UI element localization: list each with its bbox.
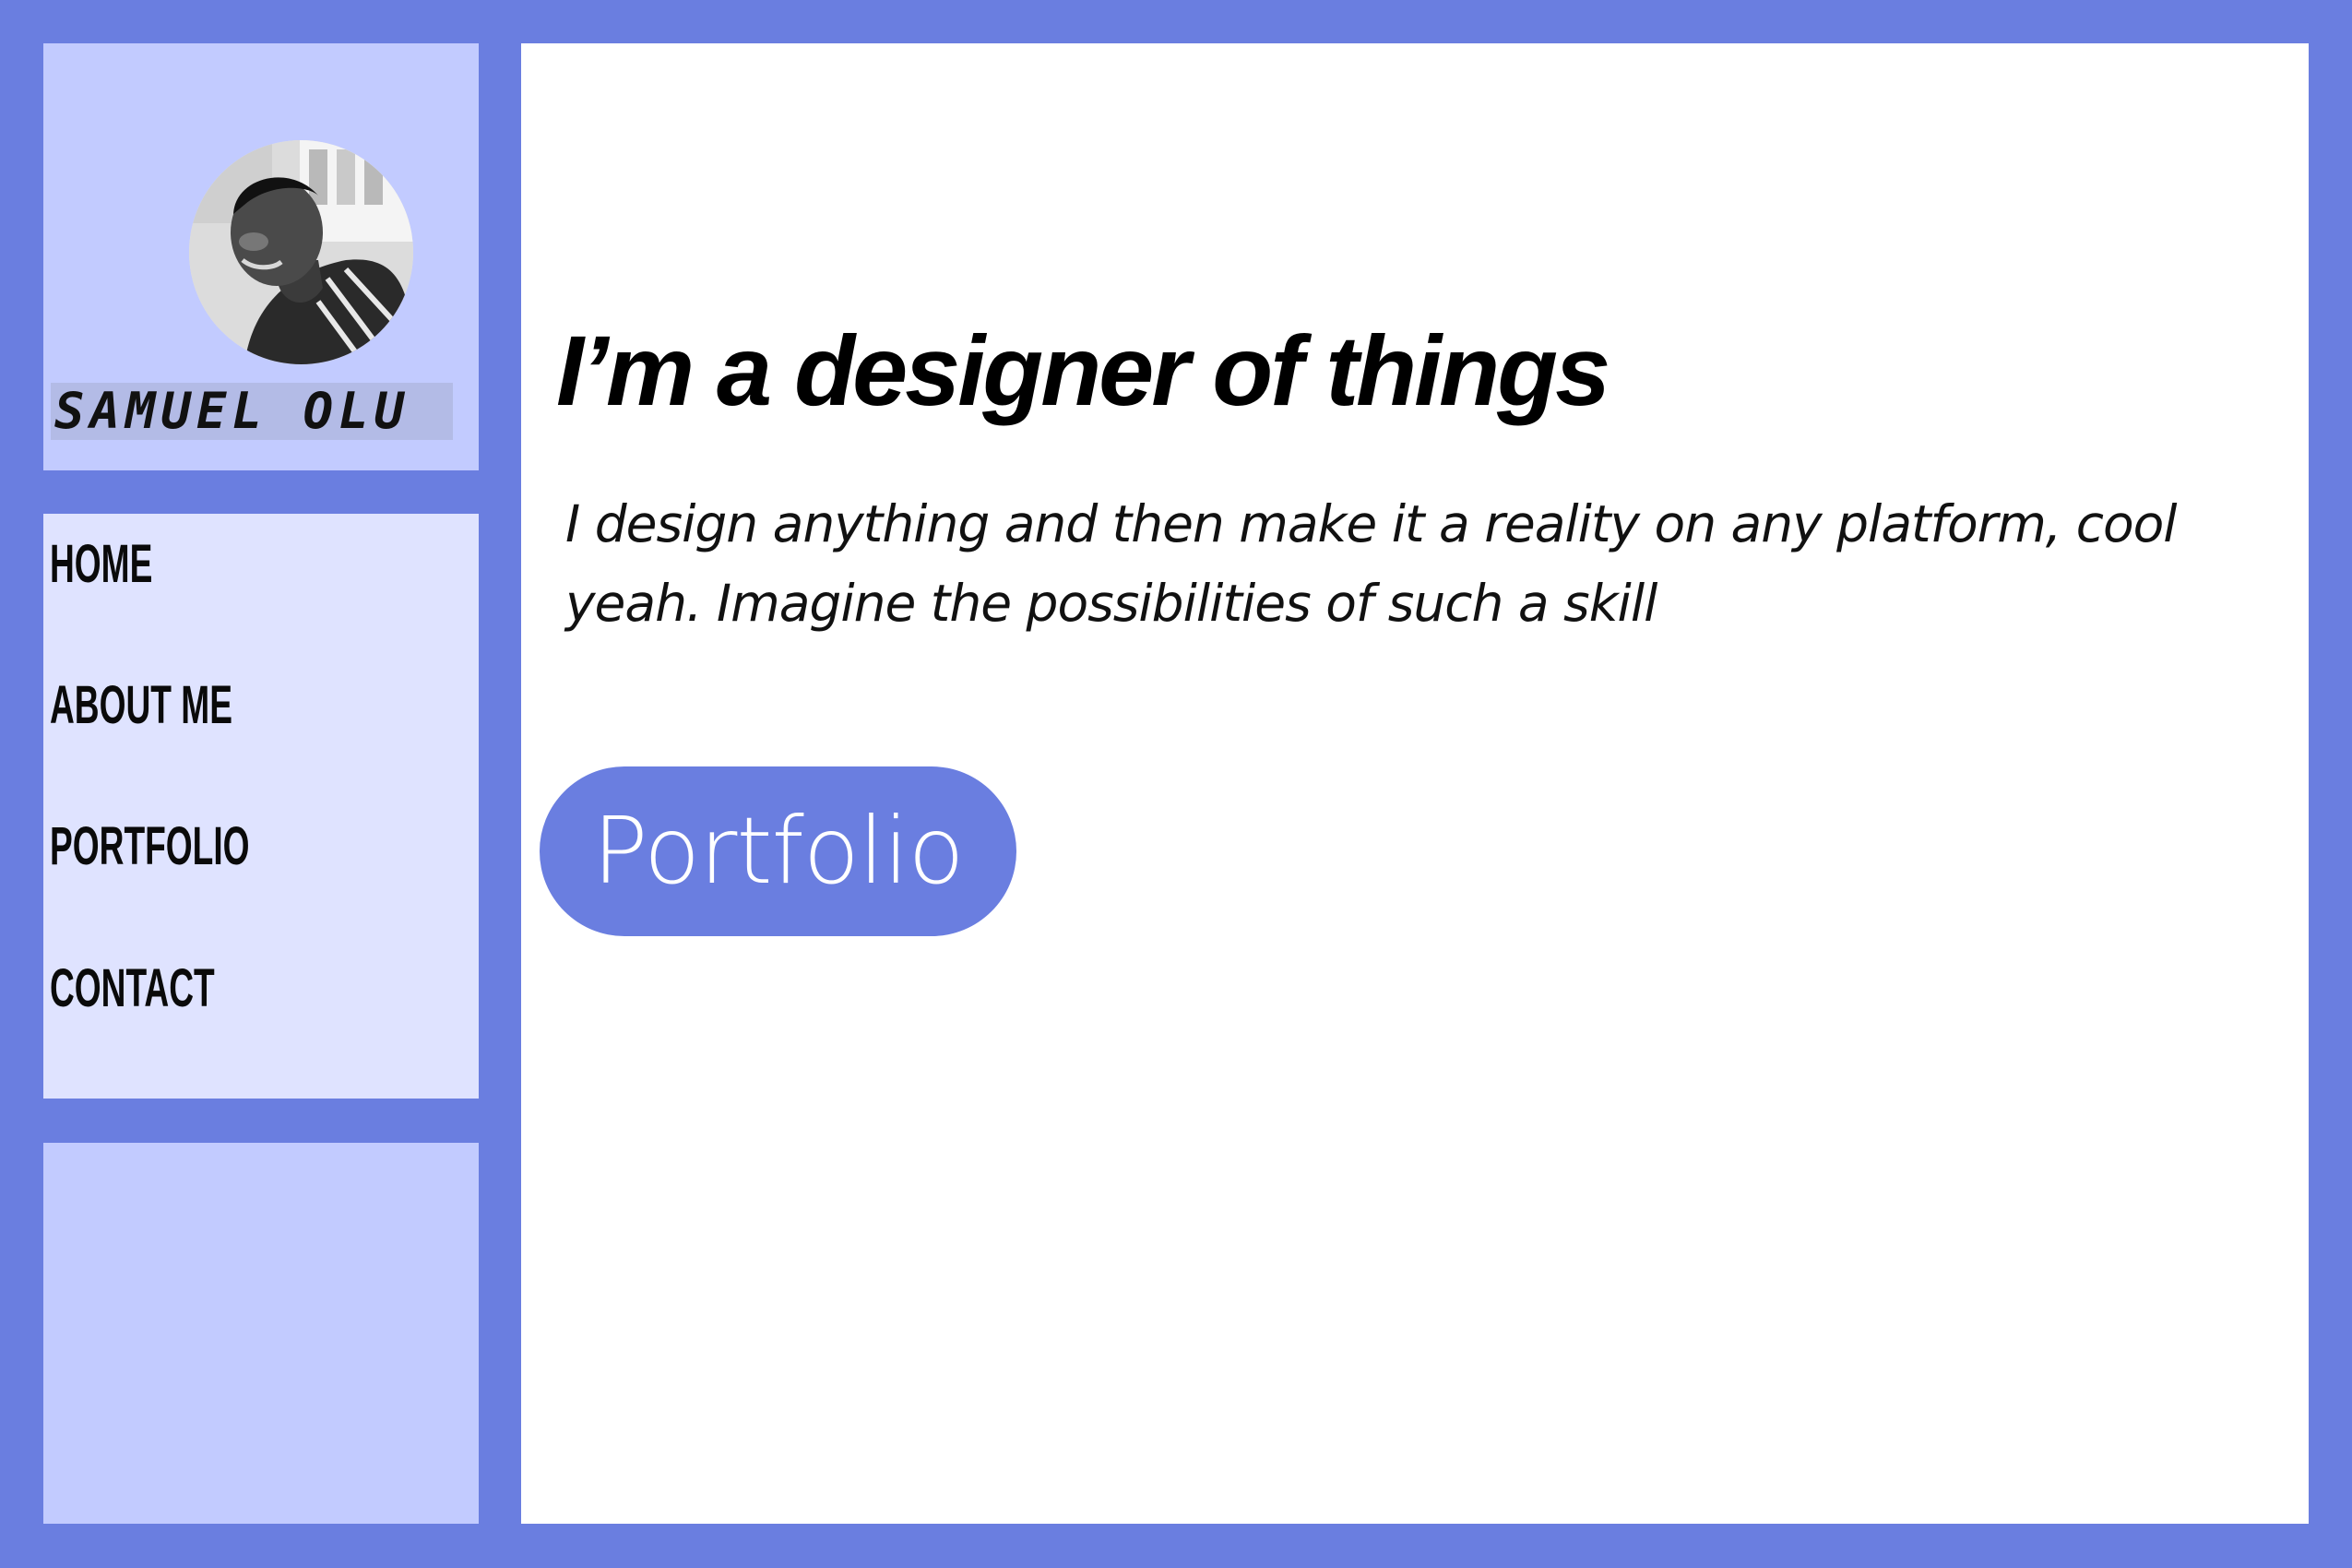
nav-item-home[interactable]: HOME: [50, 532, 152, 597]
sidebar-nav: HOME ABOUT ME PORTFOLIO CONTACT: [43, 514, 479, 1099]
brand-name: SAMUEL OLU: [51, 383, 453, 440]
main-content: I’m a designer of things I design anythi…: [521, 43, 2309, 1524]
sidebar-footer-panel: [43, 1143, 479, 1524]
hero-headline: I’m a designer of things: [556, 315, 1610, 426]
profile-panel: SAMUEL OLU: [43, 43, 479, 470]
portfolio-button[interactable]: Portfolio: [540, 766, 1016, 936]
avatar: [189, 140, 413, 364]
nav-item-contact[interactable]: CONTACT: [50, 956, 215, 1021]
avatar-photo: [189, 140, 413, 364]
hero-tagline: I design anything and then make it a rea…: [565, 494, 2178, 633]
nav-item-about-me[interactable]: ABOUT ME: [50, 673, 232, 738]
nav-item-portfolio[interactable]: PORTFOLIO: [50, 814, 250, 879]
